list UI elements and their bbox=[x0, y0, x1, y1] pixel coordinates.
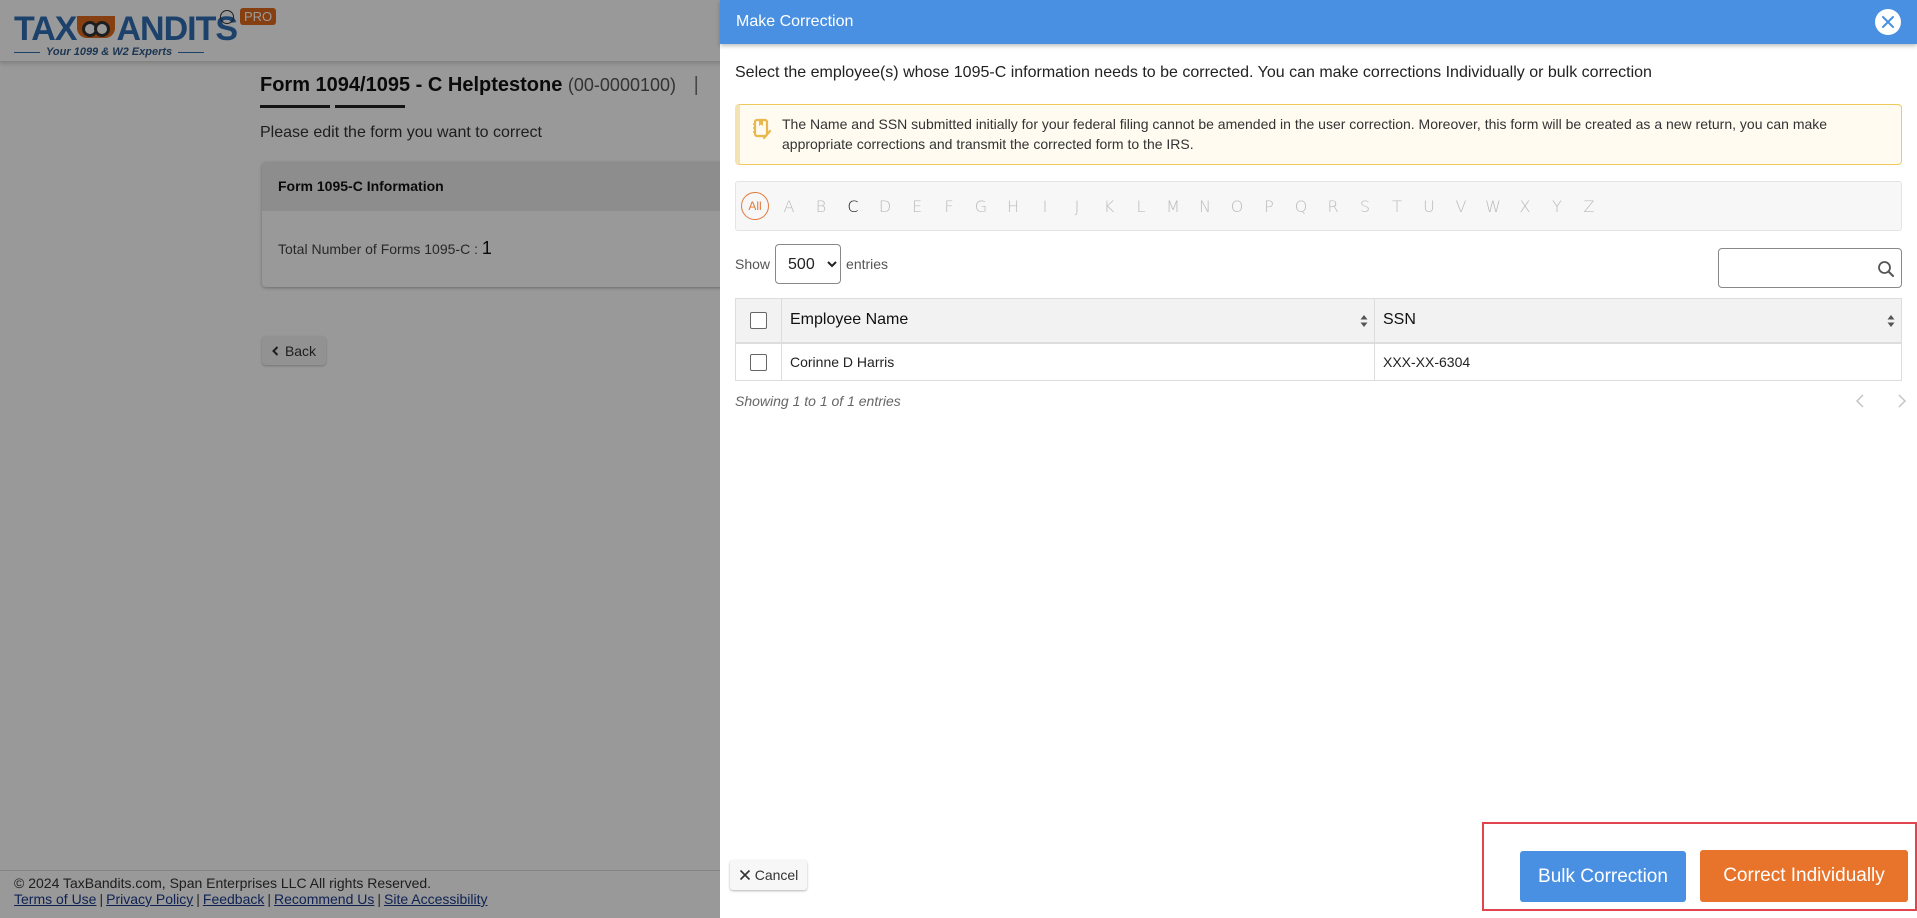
chevron-right-icon bbox=[1898, 394, 1907, 408]
modal-header: Make Correction bbox=[720, 0, 1917, 44]
modal-description: Select the employee(s) whose 1095-C info… bbox=[735, 64, 1652, 81]
alpha-filter-a[interactable]: A bbox=[773, 197, 805, 216]
search-box bbox=[1718, 248, 1902, 288]
alpha-filter-n[interactable]: N bbox=[1189, 197, 1221, 216]
alpha-filter-e[interactable]: E bbox=[901, 197, 933, 216]
close-button[interactable] bbox=[1875, 9, 1901, 35]
notebook-edit-icon bbox=[753, 118, 772, 140]
search-icon[interactable] bbox=[1877, 260, 1895, 278]
column-header-ssn[interactable]: SSN bbox=[1374, 298, 1902, 344]
row-checkbox[interactable] bbox=[750, 353, 767, 371]
alpha-filter-c[interactable]: C bbox=[837, 197, 869, 216]
alpha-filter-o[interactable]: O bbox=[1221, 197, 1253, 216]
alpha-filter-l[interactable]: L bbox=[1125, 197, 1157, 216]
alpha-filter-p[interactable]: P bbox=[1253, 197, 1285, 216]
column-label: Employee Name bbox=[790, 311, 909, 329]
alpha-filter-g[interactable]: G bbox=[965, 197, 997, 216]
alpha-filter-h[interactable]: H bbox=[997, 197, 1029, 216]
alpha-filter-w[interactable]: W bbox=[1477, 197, 1509, 216]
table-info: Showing 1 to 1 of 1 entries bbox=[735, 393, 901, 409]
column-header-employee-name[interactable]: Employee Name bbox=[781, 298, 1375, 344]
alpha-filter-t[interactable]: T bbox=[1381, 197, 1413, 216]
alpha-filter-b[interactable]: B bbox=[805, 197, 837, 216]
alert-text: The Name and SSN submitted initially for… bbox=[782, 116, 1828, 152]
ssn-cell: XXX-XX-6304 bbox=[1374, 342, 1902, 381]
alpha-filter-all[interactable]: All bbox=[741, 192, 769, 220]
sort-icon bbox=[1887, 315, 1895, 327]
close-icon bbox=[1882, 16, 1894, 28]
show-entries: Show 500 entries bbox=[735, 244, 888, 284]
search-input[interactable] bbox=[1719, 249, 1901, 287]
entries-per-page-select[interactable]: 500 bbox=[775, 244, 842, 284]
show-label: Show bbox=[735, 256, 771, 272]
chevron-left-icon bbox=[1855, 394, 1864, 408]
alpha-filter-r[interactable]: R bbox=[1317, 197, 1349, 216]
employee-name-cell: Corinne D Harris bbox=[781, 342, 1375, 381]
alpha-filter-i[interactable]: I bbox=[1029, 197, 1061, 216]
alpha-filter-v[interactable]: V bbox=[1445, 197, 1477, 216]
alpha-filter-z[interactable]: Z bbox=[1573, 197, 1605, 216]
select-all-checkbox[interactable] bbox=[750, 311, 767, 329]
make-correction-modal: Make Correction Select the employee(s) w… bbox=[720, 0, 1917, 918]
alpha-filter-j[interactable]: J bbox=[1061, 197, 1093, 216]
alpha-filter-k[interactable]: K bbox=[1093, 197, 1125, 216]
alpha-filter-s[interactable]: S bbox=[1349, 197, 1381, 216]
correct-individually-button[interactable]: Correct Individually bbox=[1700, 850, 1908, 902]
next-page-button[interactable] bbox=[1897, 393, 1907, 414]
cancel-label: Cancel bbox=[754, 867, 799, 883]
alpha-filter-m[interactable]: M bbox=[1157, 197, 1189, 216]
select-all-cell bbox=[735, 298, 782, 344]
column-label: SSN bbox=[1383, 311, 1416, 329]
table-header-row: Employee Name SSN bbox=[735, 298, 1902, 344]
sort-icon bbox=[1360, 315, 1368, 327]
alpha-filter-y[interactable]: Y bbox=[1541, 197, 1573, 216]
close-icon bbox=[739, 869, 750, 881]
modal-title: Make Correction bbox=[736, 13, 854, 30]
previous-page-button[interactable] bbox=[1855, 393, 1865, 414]
warning-alert: The Name and SSN submitted initially for… bbox=[735, 104, 1902, 165]
bulk-correction-button[interactable]: Bulk Correction bbox=[1520, 851, 1686, 902]
employee-table: Employee Name SSN Corinne D Harris XXX-X… bbox=[735, 298, 1902, 381]
row-select-cell bbox=[735, 342, 782, 381]
table-row[interactable]: Corinne D Harris XXX-XX-6304 bbox=[735, 342, 1902, 381]
alpha-filter-f[interactable]: F bbox=[933, 197, 965, 216]
cancel-button[interactable]: Cancel bbox=[730, 860, 807, 890]
alpha-filter-q[interactable]: Q bbox=[1285, 197, 1317, 216]
alphabet-filter: All ABCDEFGHIJKLMNOPQRSTUVWXYZ bbox=[735, 181, 1902, 231]
alpha-filter-u[interactable]: U bbox=[1413, 197, 1445, 216]
entries-label: entries bbox=[846, 256, 889, 272]
alpha-filter-d[interactable]: D bbox=[869, 197, 901, 216]
alpha-filter-x[interactable]: X bbox=[1509, 197, 1541, 216]
